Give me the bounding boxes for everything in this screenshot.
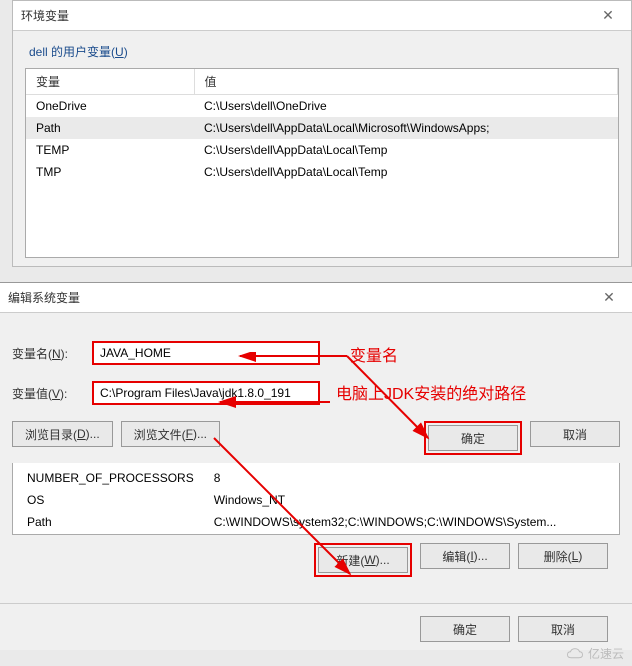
edit-button[interactable]: 编辑(I)... — [420, 543, 510, 569]
footer-buttons: 确定 取消 — [0, 603, 632, 650]
cancel-button[interactable]: 取消 — [530, 421, 620, 447]
var-name-label: 变量名(N): — [12, 345, 92, 362]
table-row[interactable]: TMPC:\Users\dell\AppData\Local\Temp — [26, 161, 618, 183]
edit-sysvar-dialog: 编辑系统变量 ✕ 变量名(N): 变量值(V): 浏览目录(D)... 浏览文件… — [0, 282, 632, 650]
var-name-input[interactable] — [92, 341, 320, 365]
cancel-button[interactable]: 取消 — [518, 616, 608, 642]
dialog-buttons: 浏览目录(D)... 浏览文件(F)... 确定 取消 — [0, 413, 632, 463]
table-row[interactable]: OSWindows_NT — [13, 489, 619, 511]
var-value-row: 变量值(V): — [0, 373, 632, 413]
var-value-input[interactable] — [92, 381, 320, 405]
ok-button[interactable]: 确定 — [420, 616, 510, 642]
user-vars-table[interactable]: 变量 值 OneDriveC:\Users\dell\OneDrive Path… — [25, 68, 619, 258]
watermark: 亿速云 — [566, 645, 624, 662]
close-icon[interactable]: ✕ — [594, 283, 624, 313]
ok-button[interactable]: 确定 — [428, 425, 518, 451]
var-value-label: 变量值(V): — [12, 385, 92, 402]
table-row[interactable]: TEMPC:\Users\dell\AppData\Local\Temp — [26, 139, 618, 161]
cloud-icon — [566, 648, 584, 660]
highlight-frame: 新建(W)... — [314, 543, 412, 577]
var-name-row: 变量名(N): — [0, 333, 632, 373]
sys-buttons: 新建(W)... 编辑(I)... 删除(L) — [0, 535, 632, 585]
table-row[interactable]: OneDriveC:\Users\dell\OneDrive — [26, 95, 618, 118]
close-icon[interactable]: ✕ — [593, 1, 623, 31]
col-variable[interactable]: 变量 — [26, 69, 194, 95]
browse-file-button[interactable]: 浏览文件(F)... — [121, 421, 220, 447]
window-title: 环境变量 — [21, 7, 69, 24]
annotation-varname: 变量名 — [350, 342, 398, 366]
col-value[interactable]: 值 — [194, 69, 618, 95]
highlight-frame: 确定 — [424, 421, 522, 455]
user-vars-label: dell 的用户变量(U) — [13, 31, 631, 64]
env-vars-dialog: 环境变量 ✕ dell 的用户变量(U) 变量 值 OneDriveC:\Use… — [12, 0, 632, 267]
new-button[interactable]: 新建(W)... — [318, 547, 408, 573]
delete-button[interactable]: 删除(L) — [518, 543, 608, 569]
table-row[interactable]: PathC:\WINDOWS\system32;C:\WINDOWS;C:\WI… — [13, 511, 619, 533]
table-row[interactable]: PathC:\Users\dell\AppData\Local\Microsof… — [26, 117, 618, 139]
browse-dir-button[interactable]: 浏览目录(D)... — [12, 421, 113, 447]
titlebar: 环境变量 ✕ — [13, 1, 631, 31]
window-title: 编辑系统变量 — [8, 289, 80, 306]
sys-vars-table[interactable]: NUMBER_OF_PROCESSORS8 OSWindows_NT PathC… — [12, 463, 620, 535]
titlebar: 编辑系统变量 ✕ — [0, 283, 632, 313]
table-row[interactable]: NUMBER_OF_PROCESSORS8 — [13, 467, 619, 489]
annotation-path: 电脑上JDK安装的绝对路径 — [336, 380, 526, 404]
